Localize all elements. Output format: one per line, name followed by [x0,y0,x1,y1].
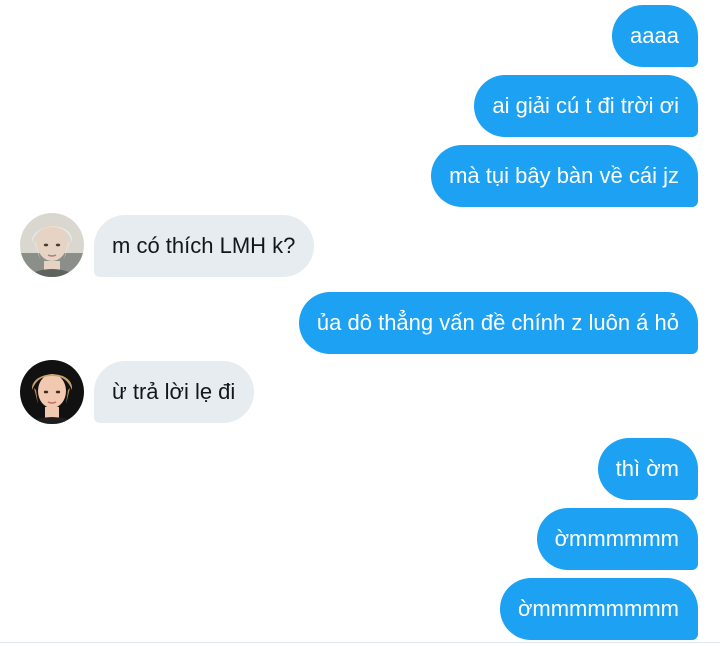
bottom-divider [0,642,720,643]
avatar-image [20,360,84,424]
outgoing-message-bubble[interactable]: ai giải cú t đi trời ơi [474,75,698,137]
outgoing-message-bubble[interactable]: thì ờm [597,438,698,500]
blonde-avatar[interactable] [20,213,84,277]
incoming-message-bubble[interactable]: m có thích LMH k? [94,215,315,277]
outgoing-message-bubble[interactable]: mà tụi bây bàn về cái jz [431,145,698,207]
outgoing-message-bubble[interactable]: ờmmmmmmmm [499,578,698,640]
outgoing-message-bubble[interactable]: ủa dô thẳng vấn đề chính z luôn á hỏ [298,292,698,354]
avatar-image [20,213,84,277]
message-thread: aaaa ai giải cú t đi trời ơi mà tụi bây … [0,0,720,646]
dark-avatar[interactable] [20,360,84,424]
outgoing-message-bubble[interactable]: ờmmmmmm [536,508,698,570]
incoming-message-bubble[interactable]: ừ trả lời lẹ đi [94,361,255,423]
outgoing-message-bubble[interactable]: aaaa [612,5,698,67]
